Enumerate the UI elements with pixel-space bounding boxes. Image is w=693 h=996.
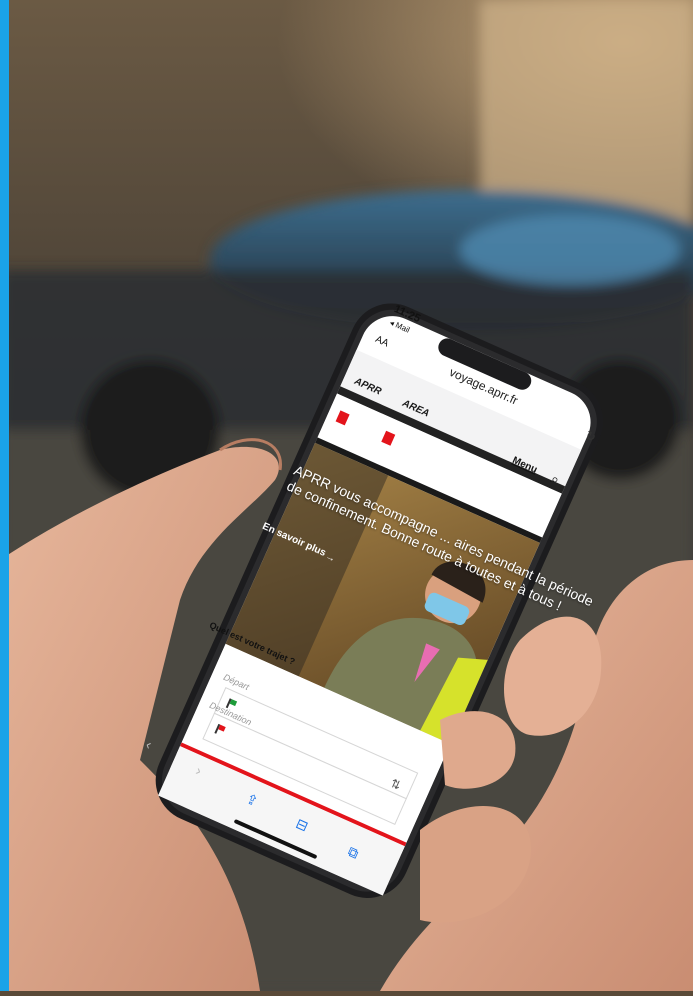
accent-bar: [0, 0, 9, 991]
